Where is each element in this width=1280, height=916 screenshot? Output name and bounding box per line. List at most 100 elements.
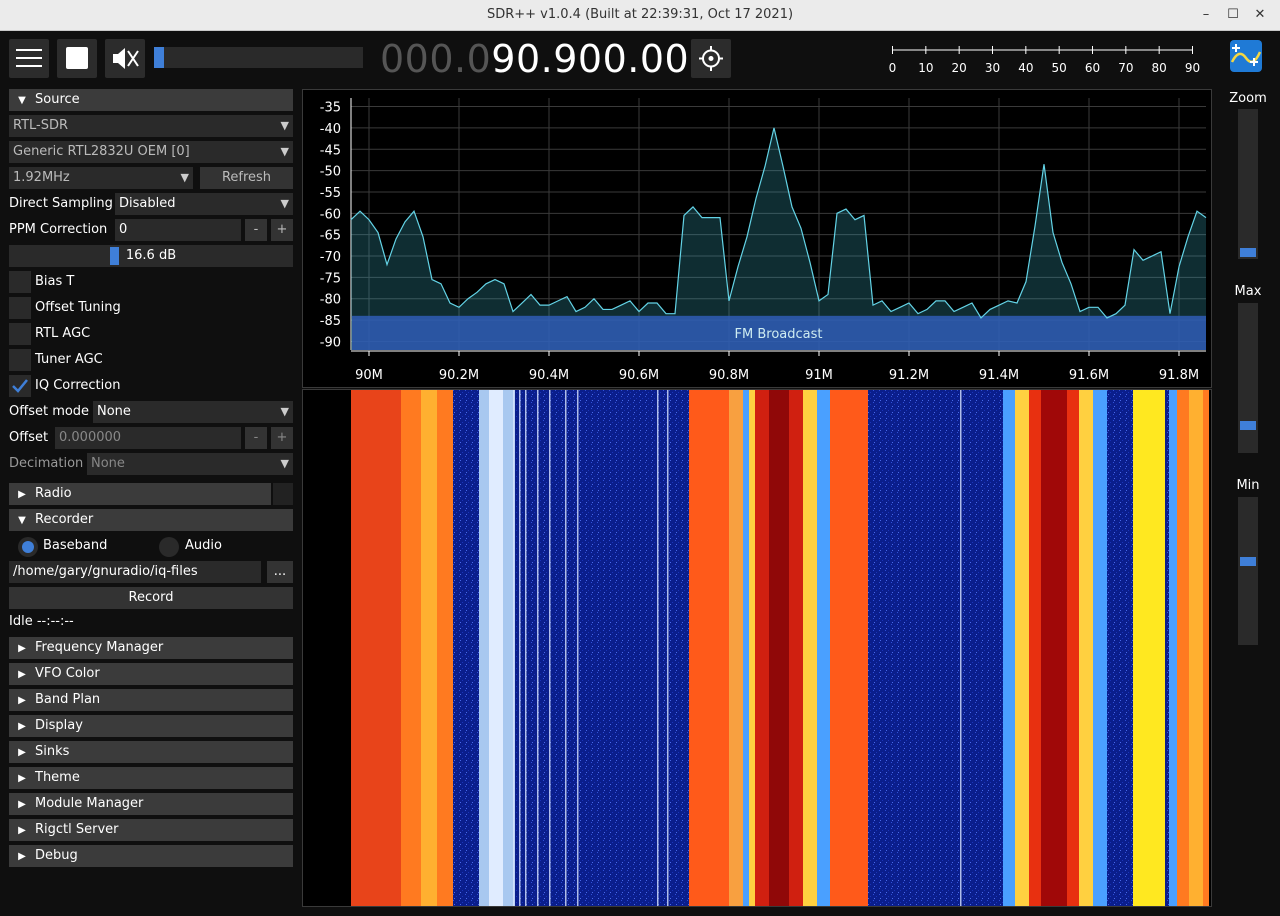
spectrum-plot[interactable]: -35 -40 -45 -50 -55 -60 -65 -70 -75 -80 -85 -90 90M 9…	[302, 89, 1212, 388]
volume-slider[interactable]	[154, 47, 363, 68]
mute-button[interactable]	[105, 39, 145, 78]
frequency-leading-digits[interactable]: 000.0	[380, 37, 491, 81]
menu-header-theme[interactable]: ▶ Theme	[9, 767, 293, 789]
menu-button[interactable]	[9, 39, 49, 78]
device-name-value: Generic RTL2832U OEM [0]	[13, 144, 190, 159]
iq-correction-checkbox[interactable]	[9, 375, 31, 397]
ppm-input[interactable]: 0	[115, 219, 241, 241]
menu-header-rigctl-server[interactable]: ▶ Rigctl Server	[9, 819, 293, 841]
radio-header-label: Radio	[35, 486, 72, 501]
offset-decrement-button[interactable]: -	[245, 427, 267, 449]
device-name-select[interactable]: Generic RTL2832U OEM [0] ▼	[9, 141, 293, 163]
radio-header[interactable]: ▶ Radio	[9, 483, 271, 505]
speaker-mute-icon	[113, 48, 139, 69]
offset-input[interactable]: 0.000000	[55, 427, 241, 449]
waterfall-carrier-line	[537, 390, 539, 906]
recording-path-input[interactable]: /home/gary/gnuradio/iq-files	[9, 561, 261, 583]
waterfall-carrier-line	[657, 390, 659, 906]
y-tick-label: -75	[320, 271, 341, 286]
y-tick-label: -35	[320, 101, 341, 116]
min-slider[interactable]	[1238, 497, 1258, 645]
source-header[interactable]: ▼ Source	[9, 89, 293, 111]
fft-chart[interactable]: -35 -40 -45 -50 -55 -60 -65 -70 -75 -80 -85 -90 90M 9…	[303, 90, 1211, 387]
gain-slider[interactable]: 16.6 dB	[9, 245, 293, 267]
audio-radio[interactable]	[159, 537, 179, 557]
bias-t-checkbox[interactable]	[9, 271, 31, 293]
scrollbar[interactable]	[273, 483, 293, 505]
min-slider-handle[interactable]	[1240, 556, 1256, 566]
direct-sampling-label: Direct Sampling	[9, 196, 113, 211]
menu-header-module-manager[interactable]: ▶ Module Manager	[9, 793, 293, 815]
expanded-arrow-icon: ▼	[18, 515, 26, 526]
sample-rate-value: 1.92MHz	[13, 170, 70, 185]
ppm-increment-button[interactable]: +	[271, 219, 293, 241]
y-tick-label: -50	[320, 165, 341, 180]
menu-header-label: Debug	[35, 848, 78, 863]
decimation-select[interactable]: None ▼	[87, 453, 293, 475]
recorder-header[interactable]: ▼ Recorder	[9, 509, 293, 531]
zoom-slider-handle[interactable]	[1240, 248, 1256, 257]
waterfall-display[interactable]	[302, 389, 1212, 907]
recorder-status: Idle --:--:--	[9, 614, 74, 629]
y-tick-label: -45	[320, 143, 341, 158]
collapsed-arrow-icon: ▶	[18, 643, 26, 654]
app-logo	[1230, 40, 1262, 72]
menu-header-sinks[interactable]: ▶ Sinks	[9, 741, 293, 763]
chevron-down-icon: ▼	[280, 457, 289, 470]
offset-increment-button[interactable]: +	[271, 427, 293, 449]
y-tick-label: -40	[320, 122, 341, 137]
center-tuning-button[interactable]	[691, 39, 731, 78]
stop-button[interactable]	[57, 39, 97, 78]
menu-header-frequency-manager[interactable]: ▶ Frequency Manager	[9, 637, 293, 659]
max-slider[interactable]	[1238, 303, 1258, 453]
waterfall-signal-band	[1093, 390, 1107, 906]
tuner-agc-checkbox[interactable]	[9, 349, 31, 371]
offset-tuning-checkbox[interactable]	[9, 297, 31, 319]
device-select[interactable]: RTL-SDR ▼	[9, 115, 293, 137]
x-tick-label: 90.8M	[709, 368, 749, 383]
baseband-radio[interactable]	[18, 537, 38, 557]
menu-header-debug[interactable]: ▶ Debug	[9, 845, 293, 867]
menu-header-label: Theme	[35, 770, 80, 785]
audio-label: Audio	[185, 538, 222, 553]
browse-button[interactable]: ...	[267, 561, 293, 583]
waterfall-signal-band	[729, 390, 743, 906]
waterfall-carrier-line	[525, 390, 527, 906]
collapsed-arrow-icon: ▶	[18, 721, 26, 732]
app-logo-icon	[1230, 40, 1262, 72]
menu-header-band-plan[interactable]: ▶ Band Plan	[9, 689, 293, 711]
menu-header-display[interactable]: ▶ Display	[9, 715, 293, 737]
waterfall-carrier-line	[577, 390, 579, 906]
snr-tick-label: 70	[1118, 61, 1133, 75]
y-tick-label: -55	[320, 186, 341, 201]
frequency-digits[interactable]: 90.900.000	[491, 37, 714, 81]
rtl-agc-checkbox[interactable]	[9, 323, 31, 345]
x-tick-label: 91.6M	[1069, 368, 1109, 383]
snr-tick-label: 80	[1152, 61, 1167, 75]
ppm-value: 0	[119, 222, 128, 237]
zoom-label: Zoom	[1229, 91, 1267, 106]
ppm-decrement-button[interactable]: -	[245, 219, 267, 241]
collapsed-arrow-icon: ▶	[18, 747, 26, 758]
offset-mode-label: Offset mode	[9, 404, 90, 419]
record-button[interactable]: Record	[9, 587, 293, 609]
offset-tuning-label: Offset Tuning	[35, 300, 121, 315]
direct-sampling-select[interactable]: Disabled ▼	[115, 193, 293, 215]
baseband-label: Baseband	[43, 538, 108, 553]
y-tick-label: -60	[320, 207, 341, 222]
refresh-button[interactable]: Refresh	[200, 167, 293, 189]
max-slider-handle[interactable]	[1240, 421, 1256, 431]
minimize-icon[interactable]: –	[1196, 5, 1216, 25]
sample-rate-select[interactable]: 1.92MHz ▼	[9, 167, 193, 189]
device-select-value: RTL-SDR	[13, 118, 69, 133]
menu-header-label: Rigctl Server	[35, 822, 119, 837]
menu-header-vfo-color[interactable]: ▶ VFO Color	[9, 663, 293, 685]
close-icon[interactable]: ✕	[1250, 5, 1270, 25]
snr-meter: 0 10 20 30 40 50 60 70 80 90	[889, 46, 1200, 75]
frequency-display[interactable]: 000.090.900.000	[380, 37, 714, 81]
maximize-icon[interactable]: ☐	[1223, 5, 1243, 25]
snr-tick-label: 30	[985, 61, 1000, 75]
zoom-slider[interactable]	[1238, 109, 1258, 259]
offset-mode-select[interactable]: None ▼	[93, 401, 293, 423]
waterfall-carrier-line	[960, 390, 962, 906]
